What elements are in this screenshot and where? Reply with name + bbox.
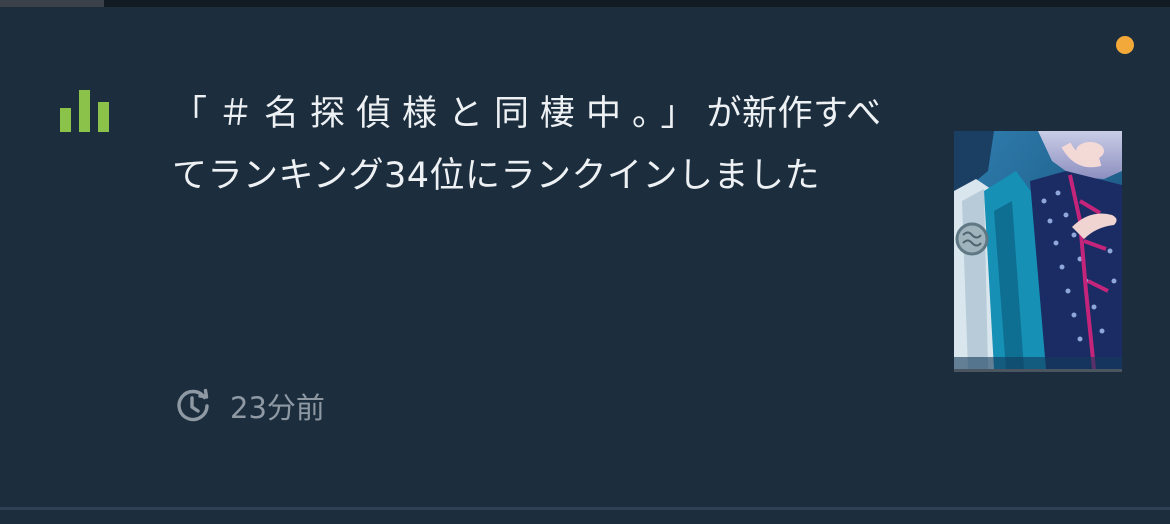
top-bar-indicator	[0, 0, 104, 7]
notification-title-suffix: が新作	[706, 94, 814, 134]
timestamp: 23分前	[230, 391, 325, 425]
timestamp-row: 23分前	[174, 386, 325, 426]
notification-message: 「＃名探偵様と同棲中。」が新作すべてランキング34位にランクインしました	[172, 83, 902, 207]
thumbnail-illustration	[954, 131, 1122, 369]
clock-history-icon	[177, 388, 209, 422]
thumbnail-edge	[954, 369, 1122, 372]
notification-title: 「＃名探偵様と同棲中。」	[172, 94, 707, 134]
unread-indicator	[1116, 36, 1134, 54]
work-thumbnail[interactable]	[954, 131, 1122, 369]
next-item-edge	[0, 510, 1170, 524]
bar-chart-icon	[60, 90, 109, 132]
top-bar	[0, 0, 1170, 7]
